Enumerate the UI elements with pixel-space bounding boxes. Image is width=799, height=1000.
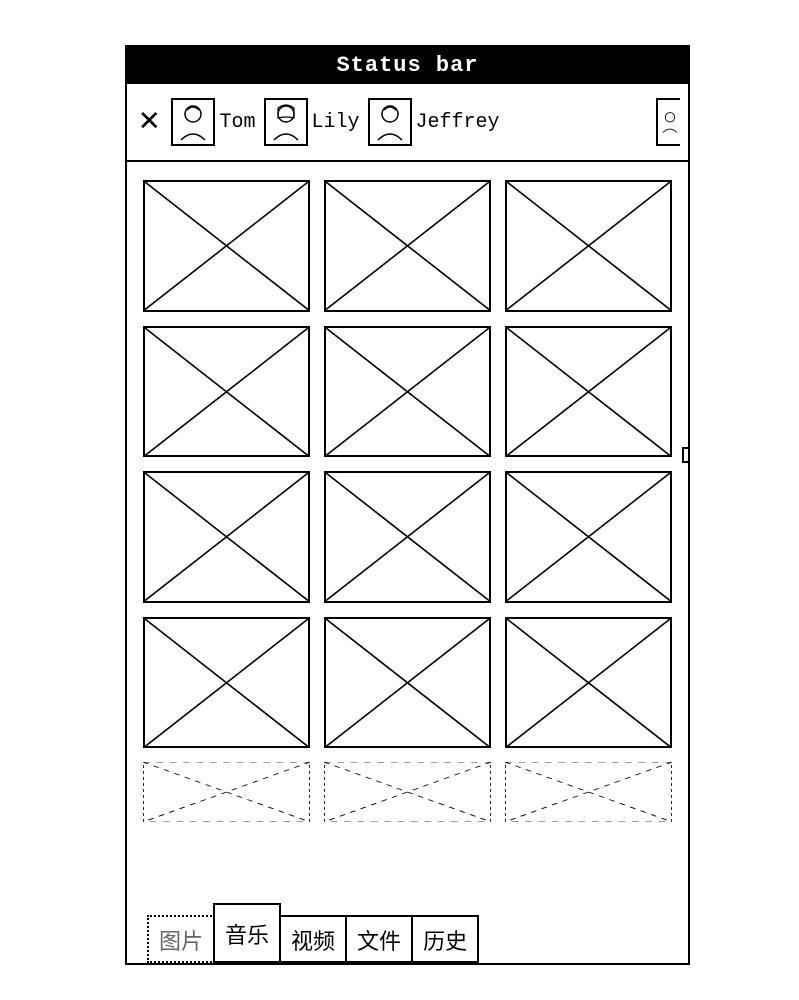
thumbnail-grid: [143, 180, 672, 748]
close-icon[interactable]: ✕: [135, 105, 163, 139]
image-thumbnail[interactable]: [324, 471, 491, 603]
tab-label: 视频: [291, 924, 335, 956]
avatar-icon: [264, 98, 308, 146]
contact-item[interactable]: Jeffrey: [368, 98, 500, 146]
contact-name: Tom: [219, 111, 255, 134]
tab-history[interactable]: 历史: [411, 915, 479, 963]
tab-music[interactable]: 音乐: [213, 903, 281, 963]
tab-files[interactable]: 文件: [345, 915, 413, 963]
status-bar: Status bar: [127, 47, 688, 84]
image-thumbnail[interactable]: [324, 326, 491, 458]
tab-label: 图片: [159, 924, 203, 956]
image-thumbnail[interactable]: [143, 471, 310, 603]
tabs-bar: 图片 音乐 视频 文件 历史: [127, 901, 688, 963]
image-thumbnail[interactable]: [143, 180, 310, 312]
image-thumbnail[interactable]: [505, 326, 672, 458]
tab-video[interactable]: 视频: [279, 915, 347, 963]
image-thumbnail[interactable]: [505, 617, 672, 749]
contact-item[interactable]: Tom: [171, 98, 255, 146]
tab-label: 文件: [357, 924, 401, 956]
image-thumbnail-partial[interactable]: [143, 762, 310, 822]
thumbnail-partial-row: [143, 762, 672, 822]
contact-overflow-icon[interactable]: [656, 98, 680, 146]
contact-name: Jeffrey: [416, 111, 500, 134]
image-thumbnail-partial[interactable]: [505, 762, 672, 822]
tab-label: 历史: [423, 924, 467, 956]
gallery-area: 图片 音乐 视频 文件 历史: [127, 162, 688, 963]
image-thumbnail[interactable]: [505, 471, 672, 603]
tab-images[interactable]: 图片: [147, 915, 215, 963]
image-thumbnail[interactable]: [324, 180, 491, 312]
contacts-bar: ✕ Tom Lily Jeffrey: [127, 84, 688, 162]
resize-handle-icon[interactable]: [682, 447, 690, 463]
tab-label: 音乐: [225, 918, 269, 950]
image-thumbnail-partial[interactable]: [324, 762, 491, 822]
image-thumbnail[interactable]: [505, 180, 672, 312]
device-frame: Status bar ✕ Tom Lily Jeffrey: [125, 45, 690, 965]
avatar-icon: [171, 98, 215, 146]
avatar-icon: [368, 98, 412, 146]
image-thumbnail[interactable]: [324, 617, 491, 749]
image-thumbnail[interactable]: [143, 326, 310, 458]
contact-item[interactable]: Lily: [264, 98, 360, 146]
contact-name: Lily: [312, 111, 360, 134]
image-thumbnail[interactable]: [143, 617, 310, 749]
status-bar-title: Status bar: [336, 53, 478, 78]
